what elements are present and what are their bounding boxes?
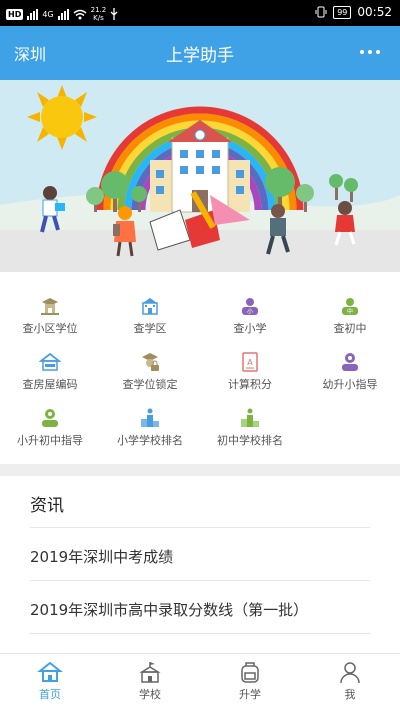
svg-text:A: A [247,358,253,367]
grid-item-calculate-points[interactable]: A 计算积分 [200,348,300,404]
grid-row: 查小区学位 查学区 小 查小学 中 查初中 [0,292,400,348]
tab-label: 我 [344,688,356,701]
grid-row: 查房屋编码 查学位锁定 A 计算积分 幼升小指导 [0,348,400,404]
tab-home[interactable]: 首页 [0,654,100,711]
grid-item-house-code[interactable]: 查房屋编码 [0,348,100,404]
section-divider [0,464,400,476]
kindergarten-guide-icon [342,353,358,371]
news-section-title: 资讯 [30,496,64,516]
tab-label: 首页 [39,688,61,701]
news-item[interactable]: 2019年深圳市高中录取分数线（第一批） [30,599,308,620]
school-icon [139,662,161,683]
tab-promotion[interactable]: 升学 [200,654,300,711]
app-header: 上学助手 深圳 [0,26,400,80]
battery-indicator: 99 [333,5,352,19]
svg-text:小: 小 [247,308,253,316]
grid-label: 查房屋编码 [22,378,78,391]
net-speed-value: 21.2 [90,6,107,14]
grid-label: 查初中 [333,322,367,335]
primary-school-icon: 小 [242,298,258,316]
function-grid: 查小区学位 查学区 小 查小学 中 查初中 查房屋编码 查学位锁定 A 计算积分 [0,292,400,460]
grid-label: 计算积分 [228,378,272,391]
bottom-tab-bar: 首页 学校 升学 我 [0,653,400,711]
grid-label: 查小区学位 [22,322,78,335]
signal-icon-2 [57,8,69,20]
network-type-label: 4G [42,9,54,19]
status-time: 00:52 [357,5,392,19]
degree-lock-icon [142,353,159,371]
banner-illustration [0,80,400,272]
divider [30,633,370,634]
page-title: 上学助手 [166,46,234,66]
middle-school-guide-icon [42,409,58,427]
backpack-icon [241,662,259,683]
usb-icon [110,8,118,20]
divider [30,580,370,581]
news-item[interactable]: 2019年深圳中考成绩 [30,546,173,567]
house-code-icon [39,352,61,371]
grid-item-school-district[interactable]: 查学区 [100,292,200,348]
wifi-icon [73,9,87,19]
signal-icon [27,8,39,20]
school-building-icon [142,298,158,315]
grid-row: 小升初中指导 小学学校排名 初中学校排名 [0,404,400,460]
tab-me[interactable]: 我 [300,654,400,711]
svg-text:中: 中 [347,308,353,316]
hd-badge: HD [6,8,24,20]
divider [30,527,370,528]
user-icon [340,662,360,684]
grid-item-primary-ranking[interactable]: 小学学校排名 [100,404,200,460]
grid-item-middle-school-guide[interactable]: 小升初中指导 [0,404,100,460]
tab-label: 学校 [139,688,161,701]
tab-school[interactable]: 学校 [100,654,200,711]
calculator-document-icon: A [242,352,258,372]
primary-ranking-podium-icon [141,408,159,427]
grid-label: 查学区 [133,322,167,335]
grid-item-degree-lock[interactable]: 查学位锁定 [100,348,200,404]
grid-item-house-degree[interactable]: 查小区学位 [0,292,100,348]
grid-item-kindergarten-guide[interactable]: 幼升小指导 [300,348,400,404]
grid-item-middle-ranking[interactable]: 初中学校排名 [200,404,300,460]
net-speed-unit: K/s [93,14,104,22]
tab-label: 升学 [239,688,261,701]
grid-label: 幼升小指导 [322,378,378,391]
grid-label: 初中学校排名 [217,434,283,447]
more-menu-icon[interactable] [360,50,380,54]
middle-school-icon: 中 [342,298,358,316]
vibrate-icon [315,6,327,18]
grid-label: 小学学校排名 [117,434,183,447]
middle-ranking-podium-icon [241,408,259,427]
grid-label: 小升初中指导 [17,434,83,447]
grid-item-primary-school[interactable]: 小 查小学 [200,292,300,348]
city-selector[interactable]: 深圳 [14,41,46,65]
status-bar: HD 4G 21.2 K/s 99 00:52 [0,0,400,26]
home-icon [37,661,63,682]
grid-label: 查学位锁定 [122,378,178,391]
grid-label: 查小学 [233,322,267,335]
net-speed: 21.2 K/s [91,6,107,22]
grid-item-middle-school[interactable]: 中 查初中 [300,292,400,348]
house-graduation-icon [41,298,59,315]
